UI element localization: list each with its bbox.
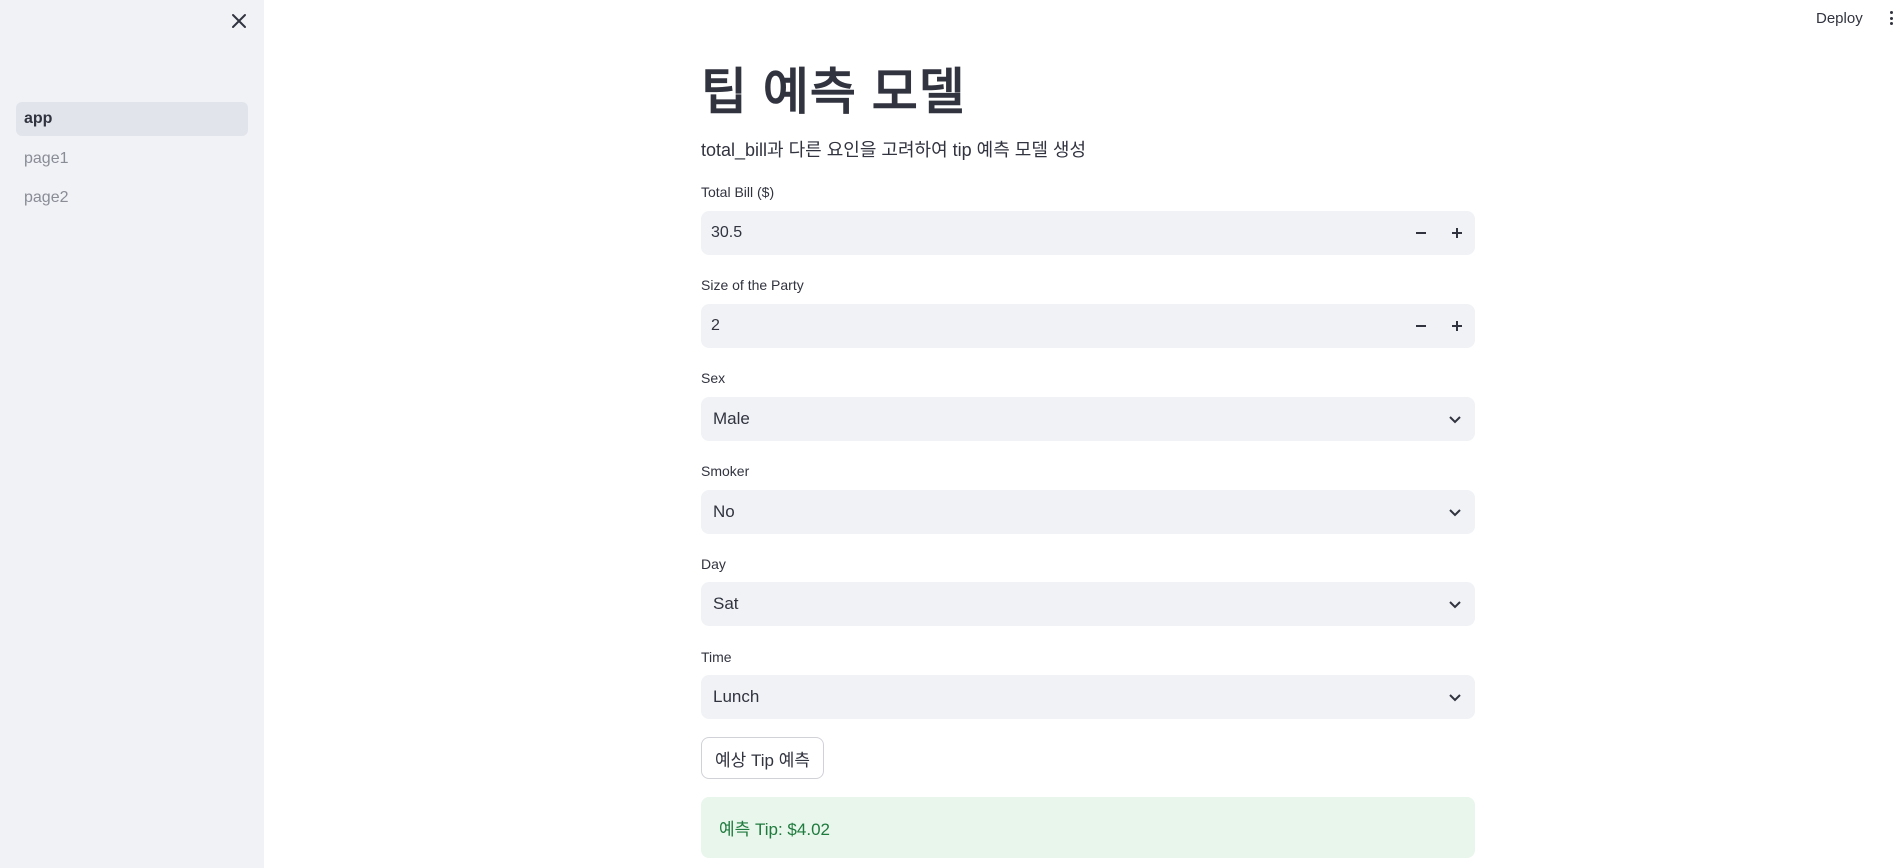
time-select[interactable]: Lunch [701, 675, 1475, 719]
sidebar-item-label: page2 [24, 189, 69, 206]
day-label: Day [701, 556, 726, 572]
total-bill-label: Total Bill ($) [701, 184, 775, 200]
minus-icon [1416, 232, 1426, 234]
total-bill-increment-button[interactable] [1439, 211, 1475, 255]
party-size-value[interactable]: 2 [701, 317, 1403, 335]
sidebar: app page1 page2 [0, 0, 264, 868]
sidebar-item-page2[interactable]: page2 [16, 181, 248, 215]
plus-icon [1452, 321, 1462, 331]
total-bill-input[interactable]: 30.5 [701, 211, 1475, 255]
smoker-select[interactable]: No [701, 490, 1475, 534]
time-label: Time [701, 649, 732, 665]
time-selected-value: Lunch [713, 687, 760, 706]
day-select[interactable]: Sat [701, 582, 1475, 626]
main-menu-button[interactable] [1885, 9, 1897, 27]
prediction-result-text: 예측 Tip: $4.02 [719, 820, 830, 839]
sex-selected-value: Male [713, 409, 750, 428]
sidebar-item-label: page1 [24, 150, 69, 167]
party-size-decrement-button[interactable] [1403, 304, 1439, 348]
sidebar-item-page1[interactable]: page1 [16, 142, 248, 176]
more-vertical-icon-dot [1889, 16, 1893, 20]
close-icon [232, 14, 246, 28]
deploy-button[interactable]: Deploy [1812, 8, 1867, 29]
sidebar-item-label: app [24, 110, 53, 127]
plus-icon [1452, 228, 1462, 238]
total-bill-decrement-button[interactable] [1403, 211, 1439, 255]
chevron-down-icon [1435, 675, 1475, 719]
chevron-down-icon [1435, 397, 1475, 441]
page-title: 팁 예측 모델 [701, 64, 966, 120]
close-sidebar-button[interactable] [228, 10, 250, 32]
minus-icon [1416, 325, 1426, 327]
chevron-down-icon [1435, 490, 1475, 534]
more-vertical-icon [1889, 11, 1893, 14]
page-subtitle: total_bill과 다른 요인을 고려하여 tip 예측 모델 생성 [701, 140, 1087, 160]
more-vertical-icon-dot [1889, 22, 1893, 25]
smoker-label: Smoker [701, 463, 750, 479]
day-selected-value: Sat [713, 594, 739, 613]
prediction-result-alert: 예측 Tip: $4.02 [701, 797, 1475, 858]
chevron-down-icon [1435, 582, 1475, 626]
party-size-input[interactable]: 2 [701, 304, 1475, 348]
sidebar-item-app[interactable]: app [16, 102, 248, 136]
total-bill-value[interactable]: 30.5 [701, 224, 1403, 242]
smoker-selected-value: No [713, 502, 735, 521]
sex-select[interactable]: Male [701, 397, 1475, 441]
party-size-increment-button[interactable] [1439, 304, 1475, 348]
party-size-label: Size of the Party [701, 277, 804, 293]
predict-tip-button[interactable]: 예상 Tip 예측 [701, 737, 824, 779]
sex-label: Sex [701, 370, 726, 386]
